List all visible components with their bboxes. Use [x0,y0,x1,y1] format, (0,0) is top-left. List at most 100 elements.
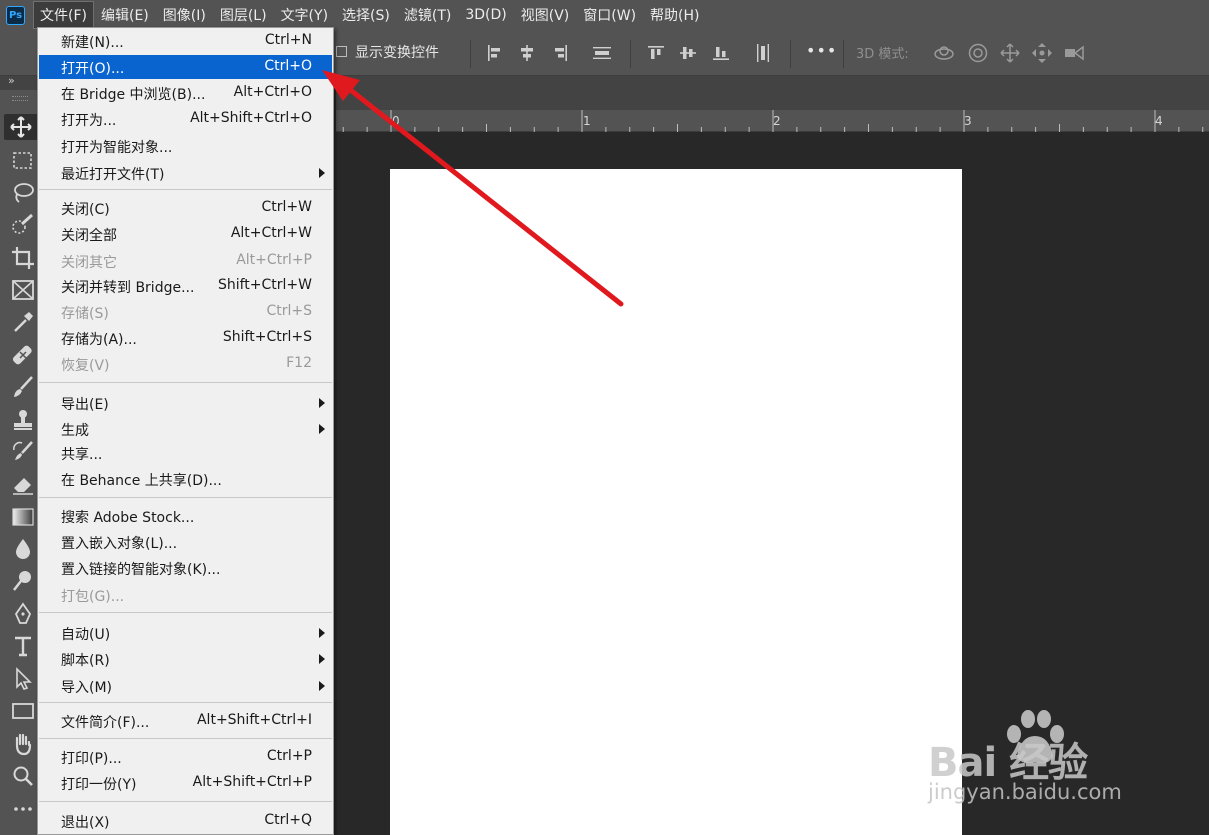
menu-edit[interactable]: 编辑(E) [94,1,156,29]
hand-tool-icon[interactable] [10,731,36,757]
menu-item-print-one-copy[interactable]: 打印一份(Y) Alt+Shift+Ctrl+P [39,771,332,795]
rectangle-tool-icon[interactable] [10,698,36,724]
menu-item-save-as[interactable]: 存储为(A)... Shift+Ctrl+S [39,326,332,350]
align-top-edges-icon[interactable] [646,43,666,63]
align-left-edges-icon[interactable] [485,43,505,63]
menu-3d[interactable]: 3D(D) [458,3,513,27]
menu-help[interactable]: 帮助(H) [643,1,706,29]
horizontal-ruler: 0 1 2 3 4 [336,110,1209,132]
more-options-button[interactable]: ••• [806,41,837,60]
menu-item-open-recent[interactable]: 最近打开文件(T) [39,161,332,185]
frame-tool-icon[interactable] [10,277,36,303]
crop-tool-icon[interactable] [10,245,36,271]
menu-file[interactable]: 文件(F) [33,1,94,29]
move-tool-icon[interactable] [4,114,38,140]
brush-tool-icon[interactable] [10,374,36,400]
baidu-jingyan-watermark: Bai 经验 jingyan.baidu.com [928,702,1148,812]
menu-view[interactable]: 视图(V) [514,1,577,29]
menu-item-close[interactable]: 关闭(C) Ctrl+W [39,196,332,220]
menu-item-generate[interactable]: 生成 [39,417,332,441]
options-divider [630,40,631,68]
menu-select[interactable]: 选择(S) [335,1,397,29]
menu-separator [39,738,332,739]
clone-stamp-tool-icon[interactable] [10,407,36,433]
menu-item-print[interactable]: 打印(P)... Ctrl+P [39,745,332,769]
drag-3d-icon[interactable] [998,41,1022,65]
menu-item-export[interactable]: 导出(E) [39,391,332,415]
menu-separator [39,382,332,383]
type-tool-icon[interactable] [10,633,36,659]
ruler-label: 1 [583,114,591,128]
eyedropper-tool-icon[interactable] [10,309,36,335]
menu-item-browse-in-bridge[interactable]: 在 Bridge 中浏览(B)... Alt+Ctrl+O [39,81,332,105]
align-vertical-centers-icon[interactable] [678,43,698,63]
toolbar-grip[interactable] [12,96,28,101]
menu-item-import[interactable]: 导入(M) [39,674,332,698]
submenu-arrow-icon [319,398,325,408]
menu-item-share[interactable]: 共享... [39,441,332,465]
submenu-arrow-icon [319,681,325,691]
menu-item-open[interactable]: 打开(O)... Ctrl+O [39,55,332,79]
eraser-tool-icon[interactable] [10,471,36,497]
ruler-label: 3 [964,114,972,128]
menu-image[interactable]: 图像(I) [156,1,213,29]
history-brush-tool-icon[interactable] [10,439,36,465]
align-right-edges-icon[interactable] [550,43,570,63]
submenu-arrow-icon [319,168,325,178]
menu-item-save: 存储(S) Ctrl+S [61,303,312,322]
menu-item-open-as-smart-object[interactable]: 打开为智能对象... [39,134,332,158]
pen-tool-icon[interactable] [10,601,36,627]
menu-layer[interactable]: 图层(L) [213,1,274,29]
double-chevron-icon[interactable]: » [8,74,15,87]
menu-item-file-info[interactable]: 文件简介(F)... Alt+Shift+Ctrl+I [39,709,332,733]
zoom-tool-icon[interactable] [10,763,36,789]
ruler-label: 2 [773,114,781,128]
more-tools-icon[interactable] [10,796,36,822]
path-selection-tool-icon[interactable] [10,666,36,692]
menu-item-search-adobe-stock[interactable]: 搜索 Adobe Stock... [39,504,332,528]
slide-3d-icon[interactable] [1030,41,1054,65]
menu-item-exit[interactable]: 退出(X) Ctrl+Q [39,809,332,833]
quick-selection-tool-icon[interactable] [10,212,36,238]
align-bottom-edges-icon[interactable] [711,43,731,63]
lasso-tool-icon[interactable] [10,180,36,206]
submenu-arrow-icon [319,654,325,664]
options-divider [790,40,791,68]
menu-separator [39,189,332,190]
dodge-tool-icon[interactable] [10,568,36,594]
scale-3d-icon[interactable] [1062,41,1086,65]
menu-filter[interactable]: 滤镜(T) [397,1,458,29]
distribute-vertical-icon[interactable] [753,43,773,63]
gradient-tool-icon[interactable] [10,504,36,530]
show-transform-controls-label: 显示变换控件 [355,45,439,61]
orbit-3d-icon[interactable] [932,41,956,65]
menu-window[interactable]: 窗口(W) [576,1,643,29]
ruler-label: 0 [392,114,400,128]
menu-item-scripts[interactable]: 脚本(R) [39,647,332,671]
distribute-horizontal-icon[interactable] [592,43,612,63]
menu-separator [39,801,332,802]
align-horizontal-centers-icon[interactable] [517,43,537,63]
healing-brush-tool-icon[interactable] [10,342,36,368]
document-canvas[interactable] [390,169,962,835]
menu-item-place-linked[interactable]: 置入链接的智能对象(K)... [39,556,332,580]
menu-type[interactable]: 文字(Y) [274,1,335,29]
menu-item-share-on-behance[interactable]: 在 Behance 上共享(D)... [39,467,332,491]
menu-item-close-and-go-to-bridge[interactable]: 关闭并转到 Bridge... Shift+Ctrl+W [39,274,332,298]
tools-panel [0,90,40,835]
menu-item-automate[interactable]: 自动(U) [39,621,332,645]
marquee-tool-icon[interactable] [10,148,36,174]
submenu-arrow-icon [319,424,325,434]
menu-item-new[interactable]: 新建(N)... Ctrl+N [39,29,332,53]
blur-tool-icon[interactable] [10,536,36,562]
show-transform-controls-checkbox[interactable] [336,46,347,57]
roll-3d-icon[interactable] [966,41,990,65]
menu-item-place-embedded[interactable]: 置入嵌入对象(L)... [39,530,332,554]
menu-item-package: 打包(G)... [61,589,125,605]
3d-mode-label: 3D 模式: [856,47,909,62]
menu-separator [39,612,332,613]
menu-item-close-all[interactable]: 关闭全部 Alt+Ctrl+W [39,222,332,246]
document-tab-row [336,76,1209,110]
menu-item-open-as[interactable]: 打开为... Alt+Shift+Ctrl+O [39,107,332,131]
panel-collapse-row: » [0,74,40,90]
